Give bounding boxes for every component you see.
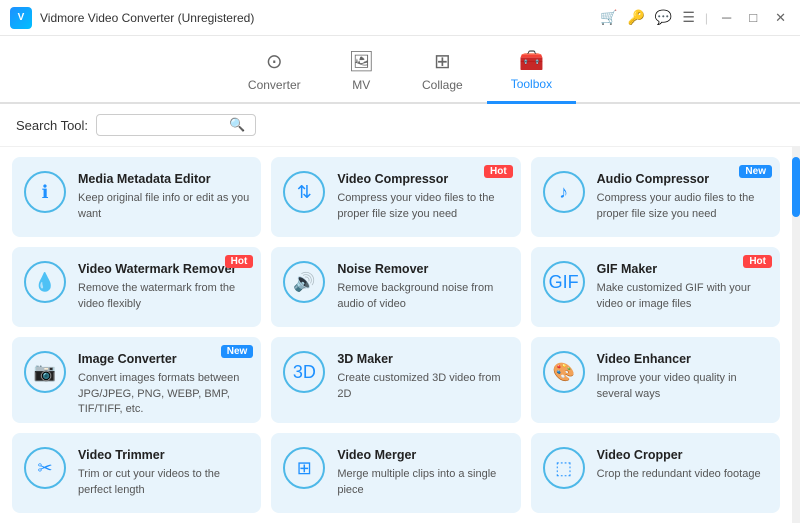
converter-icon: ⊙: [266, 49, 283, 74]
tool-title-3d-maker: 3D Maker: [337, 351, 508, 367]
minimize-button[interactable]: ─: [718, 10, 735, 25]
title-bar-left: V Vidmore Video Converter (Unregistered): [10, 7, 254, 29]
menu-icon[interactable]: ☰: [682, 9, 695, 26]
tool-icon-video-merger: ⊞: [283, 447, 325, 489]
close-button[interactable]: ✕: [771, 10, 790, 26]
badge-video-watermark-remover: Hot: [225, 255, 254, 268]
tool-icon-noise-remover: 🔊: [283, 261, 325, 303]
tool-icon-gif-maker: GIF: [543, 261, 585, 303]
tool-title-video-enhancer: Video Enhancer: [597, 351, 768, 367]
tab-toolbox[interactable]: 🧰 Toolbox: [487, 44, 576, 104]
tool-card-image-converter[interactable]: New 📷 Image Converter Convert images for…: [12, 337, 261, 423]
tool-info-media-metadata-editor: Media Metadata Editor Keep original file…: [78, 171, 249, 222]
tool-card-video-watermark-remover[interactable]: Hot 💧 Video Watermark Remover Remove the…: [12, 247, 261, 327]
tool-title-noise-remover: Noise Remover: [337, 261, 508, 277]
badge-image-converter: New: [221, 345, 254, 358]
toolbox-icon: 🧰: [519, 48, 544, 73]
tool-title-gif-maker: GIF Maker: [597, 261, 768, 277]
collage-icon: ⊞: [434, 49, 451, 74]
tool-title-video-watermark-remover: Video Watermark Remover: [78, 261, 249, 277]
scrollbar[interactable]: [792, 147, 800, 523]
badge-gif-maker: Hot: [743, 255, 772, 268]
tool-info-3d-maker: 3D Maker Create customized 3D video from…: [337, 351, 508, 402]
app-logo: V: [10, 7, 32, 29]
main-content: ℹ Media Metadata Editor Keep original fi…: [0, 147, 800, 523]
tool-desc-media-metadata-editor: Keep original file info or edit as you w…: [78, 191, 249, 222]
search-label: Search Tool:: [16, 118, 88, 133]
badge-video-compressor: Hot: [484, 165, 513, 178]
badge-audio-compressor: New: [739, 165, 772, 178]
tool-card-gif-maker[interactable]: Hot GIF GIF Maker Make customized GIF wi…: [531, 247, 780, 327]
tool-desc-image-converter: Convert images formats between JPG/JPEG,…: [78, 371, 249, 417]
tab-toolbox-label: Toolbox: [511, 77, 552, 91]
search-icon[interactable]: 🔍: [229, 117, 245, 133]
tool-info-image-converter: Image Converter Convert images formats b…: [78, 351, 249, 417]
tab-converter-label: Converter: [248, 78, 301, 92]
tool-title-video-cropper: Video Cropper: [597, 447, 768, 463]
tool-card-3d-maker[interactable]: 3D 3D Maker Create customized 3D video f…: [271, 337, 520, 423]
tab-converter[interactable]: ⊙ Converter: [224, 45, 325, 102]
tool-card-audio-compressor[interactable]: New ♪ Audio Compressor Compress your aud…: [531, 157, 780, 237]
title-bar-right: 🛒 🔑 💬 ☰ | ─ □ ✕: [600, 9, 790, 26]
maximize-button[interactable]: □: [745, 10, 761, 25]
tool-icon-video-cropper: ⬚: [543, 447, 585, 489]
tool-desc-video-compressor: Compress your video files to the proper …: [337, 191, 508, 222]
tab-mv[interactable]: 🖼 MV: [325, 45, 398, 102]
tab-mv-label: MV: [352, 78, 370, 92]
tool-desc-video-cropper: Crop the redundant video footage: [597, 467, 768, 482]
mv-icon: 🖼: [349, 49, 374, 74]
tab-collage-label: Collage: [422, 78, 463, 92]
tools-grid: ℹ Media Metadata Editor Keep original fi…: [0, 147, 792, 523]
search-input-wrap: 🔍: [96, 114, 256, 136]
tool-icon-video-enhancer: 🎨: [543, 351, 585, 393]
tool-card-noise-remover[interactable]: 🔊 Noise Remover Remove background noise …: [271, 247, 520, 327]
tool-card-media-metadata-editor[interactable]: ℹ Media Metadata Editor Keep original fi…: [12, 157, 261, 237]
tool-icon-image-converter: 📷: [24, 351, 66, 393]
tool-card-video-merger[interactable]: ⊞ Video Merger Merge multiple clips into…: [271, 433, 520, 513]
search-input[interactable]: [105, 118, 225, 132]
tool-info-noise-remover: Noise Remover Remove background noise fr…: [337, 261, 508, 312]
tool-info-video-enhancer: Video Enhancer Improve your video qualit…: [597, 351, 768, 402]
divider: |: [705, 11, 708, 25]
tool-desc-video-merger: Merge multiple clips into a single piece: [337, 467, 508, 498]
tool-card-video-compressor[interactable]: Hot ⇅ Video Compressor Compress your vid…: [271, 157, 520, 237]
tool-desc-gif-maker: Make customized GIF with your video or i…: [597, 281, 768, 312]
search-bar: Search Tool: 🔍: [0, 104, 800, 147]
title-bar: V Vidmore Video Converter (Unregistered)…: [0, 0, 800, 36]
tool-card-video-cropper[interactable]: ⬚ Video Cropper Crop the redundant video…: [531, 433, 780, 513]
app-title: Vidmore Video Converter (Unregistered): [40, 11, 254, 25]
tool-icon-3d-maker: 3D: [283, 351, 325, 393]
tool-title-media-metadata-editor: Media Metadata Editor: [78, 171, 249, 187]
tool-desc-3d-maker: Create customized 3D video from 2D: [337, 371, 508, 402]
tool-info-video-compressor: Video Compressor Compress your video fil…: [337, 171, 508, 222]
tool-title-video-merger: Video Merger: [337, 447, 508, 463]
tool-desc-video-enhancer: Improve your video quality in several wa…: [597, 371, 768, 402]
tool-card-video-enhancer[interactable]: 🎨 Video Enhancer Improve your video qual…: [531, 337, 780, 423]
tool-title-video-compressor: Video Compressor: [337, 171, 508, 187]
tool-card-video-trimmer[interactable]: ✂ Video Trimmer Trim or cut your videos …: [12, 433, 261, 513]
tool-icon-video-compressor: ⇅: [283, 171, 325, 213]
chat-icon[interactable]: 💬: [655, 9, 672, 26]
tool-info-video-cropper: Video Cropper Crop the redundant video f…: [597, 447, 768, 483]
tool-info-video-watermark-remover: Video Watermark Remover Remove the water…: [78, 261, 249, 312]
tool-info-video-trimmer: Video Trimmer Trim or cut your videos to…: [78, 447, 249, 498]
tool-desc-audio-compressor: Compress your audio files to the proper …: [597, 191, 768, 222]
tool-info-audio-compressor: Audio Compressor Compress your audio fil…: [597, 171, 768, 222]
scrollbar-thumb: [792, 157, 800, 217]
tool-desc-video-watermark-remover: Remove the watermark from the video flex…: [78, 281, 249, 312]
tool-desc-noise-remover: Remove background noise from audio of vi…: [337, 281, 508, 312]
tab-bar: ⊙ Converter 🖼 MV ⊞ Collage 🧰 Toolbox: [0, 36, 800, 104]
cart-icon[interactable]: 🛒: [600, 9, 617, 26]
tool-info-gif-maker: GIF Maker Make customized GIF with your …: [597, 261, 768, 312]
tool-title-video-trimmer: Video Trimmer: [78, 447, 249, 463]
tool-info-video-merger: Video Merger Merge multiple clips into a…: [337, 447, 508, 498]
tool-icon-video-watermark-remover: 💧: [24, 261, 66, 303]
tool-icon-media-metadata-editor: ℹ: [24, 171, 66, 213]
tab-collage[interactable]: ⊞ Collage: [398, 45, 487, 102]
tool-icon-audio-compressor: ♪: [543, 171, 585, 213]
tool-icon-video-trimmer: ✂: [24, 447, 66, 489]
key-icon[interactable]: 🔑: [627, 9, 644, 26]
tool-desc-video-trimmer: Trim or cut your videos to the perfect l…: [78, 467, 249, 498]
